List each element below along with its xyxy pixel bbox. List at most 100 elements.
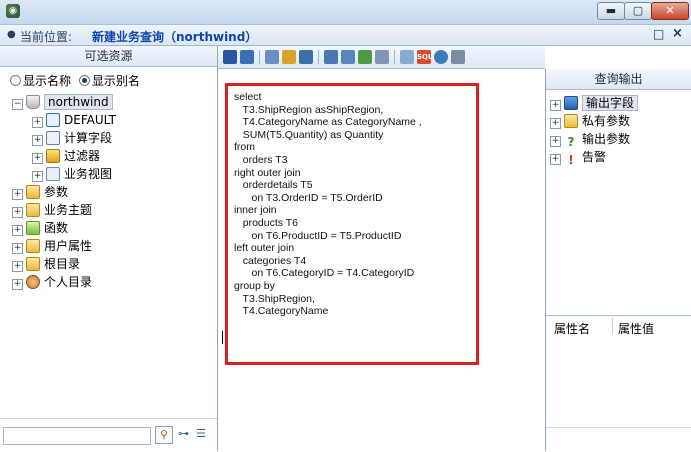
tree-item-label[interactable]: 计算字段 bbox=[64, 131, 112, 145]
tree-item-label[interactable]: 过滤器 bbox=[64, 149, 100, 163]
expand-icon[interactable]: + bbox=[12, 261, 23, 272]
view-icon bbox=[46, 167, 60, 181]
tree-item-label[interactable]: 告警 bbox=[582, 150, 606, 164]
sql-highlight-box[interactable]: select T3.ShipRegion asShipRegion, T4.Ca… bbox=[225, 83, 479, 365]
tree-view-icon[interactable]: ⊶ bbox=[178, 427, 192, 441]
sql-text[interactable]: select T3.ShipRegion asShipRegion, T4.Ca… bbox=[234, 91, 422, 318]
app-logo-icon: ◉ bbox=[6, 4, 20, 18]
tree-item[interactable]: + 函数 bbox=[12, 219, 116, 237]
tree-item-label[interactable]: 输出字段 bbox=[582, 95, 639, 111]
tree-item[interactable]: + DEFAULT bbox=[12, 111, 116, 129]
tree-item[interactable]: + 参数 bbox=[12, 183, 116, 201]
expand-icon[interactable]: + bbox=[12, 279, 23, 290]
tree-item-label[interactable]: 输出参数 bbox=[582, 132, 630, 146]
property-scrollbar[interactable] bbox=[546, 427, 691, 436]
panel-maximize-button[interactable]: □ bbox=[653, 27, 664, 41]
radio-show-name[interactable] bbox=[10, 75, 21, 86]
tree-item[interactable]: + 计算字段 bbox=[12, 129, 116, 147]
expand-icon[interactable]: + bbox=[550, 136, 561, 147]
user-prop-folder-icon bbox=[26, 239, 40, 253]
alert-icon: ! bbox=[568, 153, 574, 167]
minimize-button[interactable]: ▬ bbox=[597, 2, 625, 20]
radio-show-name-label[interactable]: 显示名称 bbox=[23, 74, 71, 88]
save-as-icon[interactable] bbox=[240, 50, 254, 64]
tree-item-label[interactable]: 私有参数 bbox=[582, 114, 630, 128]
tree-item-label[interactable]: 个人目录 bbox=[44, 275, 92, 289]
tree-item[interactable]: + 过滤器 bbox=[12, 147, 116, 165]
collapse-icon[interactable]: − bbox=[12, 99, 23, 110]
tree-item-label[interactable]: DEFAULT bbox=[64, 113, 116, 127]
search-icon[interactable]: ⚲ bbox=[155, 426, 173, 444]
maximize-button[interactable]: ▢ bbox=[624, 2, 652, 20]
expand-icon[interactable]: + bbox=[550, 118, 561, 129]
tree-item[interactable]: + 业务视图 bbox=[12, 165, 116, 183]
personal-folder-icon bbox=[26, 275, 40, 289]
expand-icon[interactable]: + bbox=[12, 225, 23, 236]
tree-item[interactable]: + 个人目录 bbox=[12, 273, 116, 291]
expand-icon[interactable]: + bbox=[32, 135, 43, 146]
property-value-header: 属性值 bbox=[618, 322, 655, 336]
tree-item-label[interactable]: 函数 bbox=[44, 221, 68, 235]
copy-icon[interactable] bbox=[265, 50, 279, 64]
expand-icon[interactable]: + bbox=[12, 189, 23, 200]
column-divider bbox=[612, 318, 613, 334]
tree-item[interactable]: +! 告警 bbox=[550, 148, 638, 167]
filter-icon[interactable] bbox=[299, 50, 313, 64]
expand-icon[interactable]: + bbox=[550, 154, 561, 165]
expand-icon[interactable]: + bbox=[12, 243, 23, 254]
location-bar: ● 当前位置: 新建业务查询（northwind） □ × bbox=[0, 25, 691, 46]
export-icon[interactable] bbox=[375, 50, 389, 64]
private-param-icon bbox=[564, 114, 578, 128]
grid-icon[interactable] bbox=[324, 50, 338, 64]
tree-item-label[interactable]: 根目录 bbox=[44, 257, 80, 271]
output-field-icon bbox=[564, 96, 578, 110]
save-icon[interactable] bbox=[223, 50, 237, 64]
expand-icon[interactable]: + bbox=[32, 117, 43, 128]
close-window-button[interactable]: ✕ bbox=[651, 2, 689, 20]
tree-item-label[interactable]: 参数 bbox=[44, 185, 68, 199]
expand-icon[interactable]: + bbox=[12, 207, 23, 218]
panel-close-button[interactable]: × bbox=[672, 26, 683, 41]
topic-folder-icon bbox=[26, 203, 40, 217]
tree-item[interactable]: + 根目录 bbox=[12, 255, 116, 273]
bullet-icon: ● bbox=[7, 29, 16, 40]
property-grid: 属性名 属性值 bbox=[546, 315, 691, 452]
tree-item-label[interactable]: 用户属性 bbox=[44, 239, 92, 253]
zoom-icon[interactable] bbox=[400, 50, 414, 64]
function-folder-icon bbox=[26, 221, 40, 235]
query-output-panel: 查询输出 + 输出字段 + 私有参数 +? 输出参数 +! 告警 属性名 属性值 bbox=[546, 69, 691, 451]
edit-icon[interactable] bbox=[282, 50, 296, 64]
chart-icon[interactable] bbox=[358, 50, 372, 64]
tree-item[interactable]: + 用户属性 bbox=[12, 237, 116, 255]
expand-icon[interactable]: + bbox=[550, 100, 561, 111]
radio-show-alias-label[interactable]: 显示别名 bbox=[92, 74, 140, 88]
tree-item-label[interactable]: northwind bbox=[44, 94, 113, 110]
fields-icon[interactable] bbox=[341, 50, 355, 64]
tree-item[interactable]: +? 输出参数 bbox=[550, 130, 638, 149]
tree-item-label[interactable]: 业务视图 bbox=[64, 167, 112, 181]
tree-item[interactable]: + 私有参数 bbox=[550, 112, 638, 130]
sql-icon[interactable]: SQL bbox=[417, 50, 432, 64]
tree-item-label[interactable]: 业务主题 bbox=[44, 203, 92, 217]
toolbar-divider bbox=[394, 50, 395, 64]
settings-icon[interactable] bbox=[451, 50, 465, 64]
tree-item[interactable]: + 业务主题 bbox=[12, 201, 116, 219]
tree-item[interactable]: + 输出字段 bbox=[550, 94, 639, 112]
display-mode-radios: 显示名称 显示别名 bbox=[10, 72, 140, 89]
toolbar-divider bbox=[259, 50, 260, 64]
list-view-icon[interactable]: ☰ bbox=[196, 427, 210, 441]
resource-search-input[interactable] bbox=[3, 427, 151, 445]
property-grid-header: 属性名 属性值 bbox=[546, 316, 691, 336]
resource-panel: 可选资源 显示名称 显示别名 − northwind + DEFAULT + 计算字段 + 过… bbox=[0, 46, 218, 451]
editor-toolbar: SQL bbox=[218, 46, 545, 69]
expand-icon[interactable]: + bbox=[32, 171, 43, 182]
clock-icon[interactable] bbox=[434, 50, 448, 64]
window-titlebar: ◉ ▬ ▢ ✕ bbox=[0, 0, 691, 25]
query-output-tree: + 输出字段 + 私有参数 +? 输出参数 +! 告警 bbox=[546, 90, 691, 315]
resource-panel-title: 可选资源 bbox=[0, 46, 217, 67]
param-folder-icon bbox=[26, 185, 40, 199]
tree-item[interactable]: − northwind bbox=[12, 93, 116, 111]
property-name-header: 属性名 bbox=[554, 322, 591, 336]
radio-show-alias[interactable] bbox=[78, 75, 90, 86]
expand-icon[interactable]: + bbox=[32, 153, 43, 164]
